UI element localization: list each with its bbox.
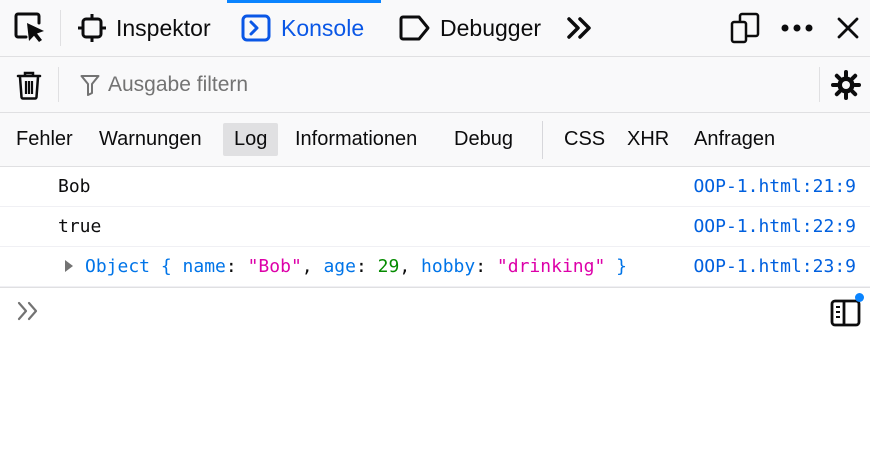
tab-inspector-label: Inspektor xyxy=(116,14,211,41)
message-text: Bob xyxy=(58,176,91,197)
object-colon: : xyxy=(225,256,248,277)
console-output: Bob OOP-1.html:21:9 true OOP-1.html:22:9… xyxy=(0,167,870,287)
filter-box xyxy=(72,65,812,105)
object-colon: : xyxy=(475,256,497,277)
toolbox-menu-button[interactable] xyxy=(776,0,818,56)
object-colon: : xyxy=(355,256,378,277)
filter-log-label: Log xyxy=(234,128,268,150)
console-message: true OOP-1.html:22:9 xyxy=(0,207,870,247)
filter-css-label: CSS xyxy=(564,128,606,150)
filter-css-button[interactable]: CSS xyxy=(553,123,616,156)
filter-icon xyxy=(80,75,100,96)
notification-dot xyxy=(855,293,864,302)
toolbar-separator xyxy=(60,10,61,46)
close-icon xyxy=(837,17,859,39)
filter-info-button[interactable]: Informationen xyxy=(284,123,428,156)
element-picker-icon xyxy=(14,12,44,42)
filter-input[interactable] xyxy=(108,73,788,97)
filter-warnings-label: Warnungen xyxy=(99,128,202,150)
chevrons-more-icon xyxy=(567,17,591,39)
level-separator xyxy=(542,121,543,159)
message-location-link[interactable]: OOP-1.html:22:9 xyxy=(693,207,856,247)
dock-button[interactable] xyxy=(724,0,766,56)
object-comma: , xyxy=(399,256,422,277)
console-input-row[interactable] xyxy=(0,288,870,336)
filter-info-label: Informationen xyxy=(295,128,418,150)
filter-errors-button[interactable]: Fehler xyxy=(5,123,84,156)
console-message: Object { name: "Bob", age: 29, hobby: "d… xyxy=(0,247,870,287)
filter-log-button[interactable]: Log xyxy=(223,123,279,156)
filter-debug-button[interactable]: Debug xyxy=(443,123,524,156)
object-key: name xyxy=(182,256,226,277)
object-key: age xyxy=(323,256,356,277)
tab-inspector[interactable]: Inspektor xyxy=(72,0,217,56)
object-comma: , xyxy=(301,256,324,277)
clear-console-button[interactable] xyxy=(0,57,58,112)
log-level-bar: Fehler Warnungen Log Informationen Debug… xyxy=(0,113,870,167)
object-inspector-link[interactable]: Object { name: "Bob", age: 29, hobby: "d… xyxy=(85,256,627,277)
message-location-link[interactable]: OOP-1.html:21:9 xyxy=(693,167,856,207)
tab-console[interactable]: Konsole xyxy=(227,0,381,56)
console-filter-bar xyxy=(0,57,870,113)
filter-warnings-button[interactable]: Warnungen xyxy=(88,123,213,156)
object-key: hobby xyxy=(421,256,476,277)
filter-requests-button[interactable]: Anfragen xyxy=(683,123,786,156)
close-button[interactable] xyxy=(828,0,868,56)
object-value-number: 29 xyxy=(377,256,400,277)
debugger-icon xyxy=(399,15,430,41)
object-value-string: "Bob" xyxy=(247,256,302,277)
filter-requests-label: Anfragen xyxy=(694,128,776,150)
trash-icon xyxy=(16,71,42,100)
object-suffix: } xyxy=(605,256,627,277)
filter-debug-label: Debug xyxy=(454,128,513,150)
object-message: Object { name: "Bob", age: 29, hobby: "d… xyxy=(60,247,627,287)
filter-xhr-button[interactable]: XHR xyxy=(616,123,680,156)
more-tools-button[interactable] xyxy=(562,0,598,56)
filter-separator xyxy=(58,67,59,102)
prompt-chevrons-icon xyxy=(17,301,38,321)
tab-console-label: Konsole xyxy=(281,14,365,41)
console-message: Bob OOP-1.html:21:9 xyxy=(0,167,870,207)
dock-icon xyxy=(730,12,760,44)
filter-xhr-label: XHR xyxy=(627,128,670,150)
settings-separator xyxy=(819,67,820,102)
filter-errors-label: Fehler xyxy=(16,128,73,150)
object-value-string: "drinking" xyxy=(496,256,606,277)
editor-mode-icon[interactable] xyxy=(830,298,862,328)
console-icon xyxy=(241,14,271,42)
tab-debugger[interactable]: Debugger xyxy=(392,0,547,56)
console-settings-button[interactable] xyxy=(822,57,870,112)
gear-icon xyxy=(831,69,861,100)
meatball-icon xyxy=(781,24,813,32)
message-text: true xyxy=(58,216,102,237)
expand-arrow-icon[interactable] xyxy=(65,260,73,272)
object-prefix: Object { xyxy=(85,256,183,277)
inspector-icon xyxy=(78,14,106,42)
element-picker-button[interactable] xyxy=(0,0,60,56)
message-location-link[interactable]: OOP-1.html:23:9 xyxy=(693,247,856,287)
devtools-toolbar: Inspektor Konsole Debugger xyxy=(0,0,870,57)
tab-debugger-label: Debugger xyxy=(440,14,542,41)
